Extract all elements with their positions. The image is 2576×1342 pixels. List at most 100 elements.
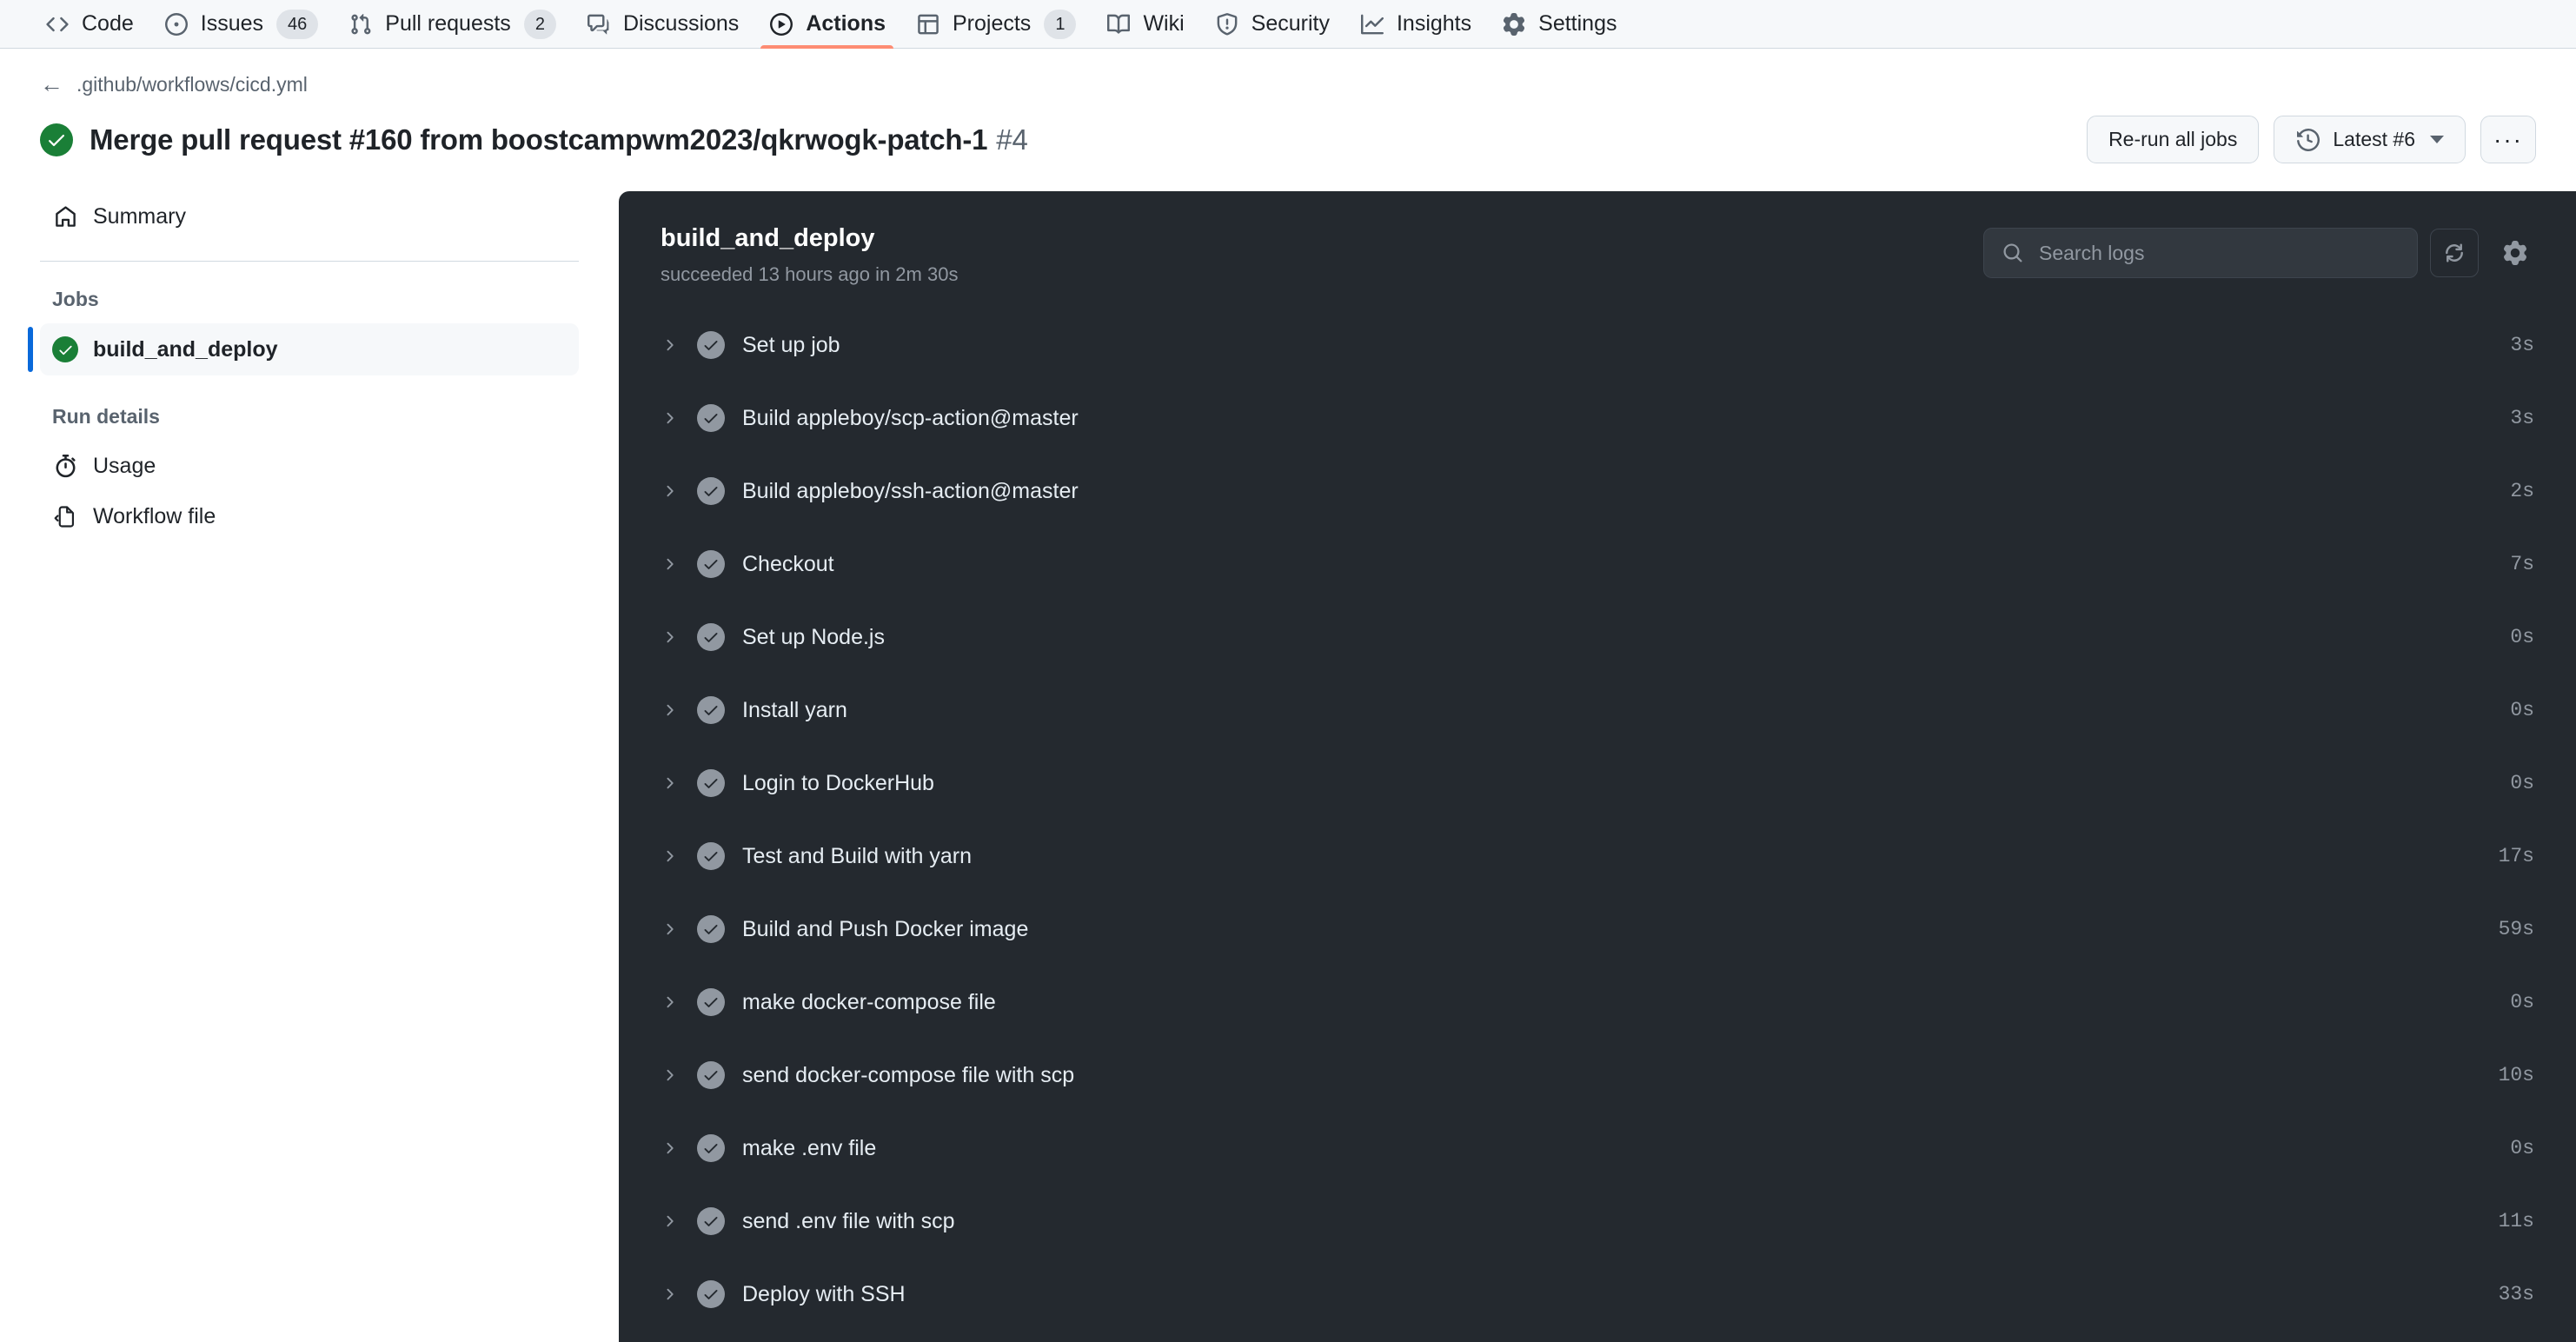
step-name: Test and Build with yarn	[742, 843, 973, 868]
step-duration: 0s	[2510, 626, 2534, 648]
chevron-right-icon[interactable]	[661, 1212, 697, 1230]
log-step-row[interactable]: Set up Node.js 0s	[619, 601, 2576, 674]
log-step-row[interactable]: Deploy with SSH 33s	[619, 1258, 2576, 1331]
breadcrumb-label: .github/workflows/cicd.yml	[76, 73, 308, 96]
step-duration: 0s	[2510, 772, 2534, 794]
step-status-success-icon	[697, 550, 725, 578]
nav-tab-actions[interactable]: Actions	[754, 0, 900, 49]
nav-tab-wiki[interactable]: Wiki	[1091, 0, 1198, 49]
chevron-right-icon[interactable]	[661, 1286, 697, 1303]
step-name: Checkout	[742, 551, 834, 576]
step-name: Login to DockerHub	[742, 770, 934, 795]
chevron-right-icon[interactable]	[661, 555, 697, 573]
nav-tab-pull-requests[interactable]: Pull requests 2	[333, 0, 571, 49]
step-status-success-icon	[697, 404, 725, 432]
step-status-success-icon	[697, 623, 725, 651]
step-name: Set up job	[742, 332, 840, 357]
step-name: make .env file	[742, 1135, 877, 1160]
nav-tab-label: Issues	[200, 11, 264, 36]
log-step-row[interactable]: Build appleboy/scp-action@master 3s	[619, 382, 2576, 455]
chevron-right-icon[interactable]	[661, 1139, 697, 1157]
pull-requests-count-badge: 2	[523, 9, 556, 39]
step-name: make docker-compose file	[742, 989, 996, 1014]
sidebar-item-usage[interactable]: Usage	[40, 441, 579, 491]
more-options-button[interactable]: ···	[2480, 116, 2536, 163]
log-step-row[interactable]: send docker-compose file with scp 10s	[619, 1039, 2576, 1112]
nav-tab-insights[interactable]: Insights	[1344, 0, 1486, 49]
nav-tab-code[interactable]: Code	[30, 0, 149, 49]
nav-tab-label: Code	[82, 11, 134, 36]
nav-tab-projects[interactable]: Projects 1	[900, 0, 1091, 49]
sidebar-item-summary[interactable]: Summary	[40, 191, 579, 242]
latest-run-dropdown[interactable]: Latest #6	[2274, 116, 2466, 163]
breadcrumb-back-link[interactable]: ← .github/workflows/cicd.yml	[40, 73, 308, 96]
step-status-success-icon	[697, 1061, 725, 1089]
chevron-right-icon[interactable]	[661, 774, 697, 792]
gear-icon	[2502, 240, 2528, 266]
history-icon	[2295, 127, 2321, 153]
log-step-row[interactable]: Install yarn 0s	[619, 674, 2576, 747]
step-status-success-icon	[697, 331, 725, 359]
issue-opened-icon	[163, 11, 189, 37]
body-wrap: Summary Jobs build_and_deploy Run detail…	[0, 191, 2576, 1342]
step-status-success-icon	[697, 1134, 725, 1162]
sidebar-item-workflow-file[interactable]: Workflow file	[40, 491, 579, 541]
nav-tab-label: Settings	[1538, 11, 1617, 36]
job-status-success-icon	[52, 336, 78, 362]
sidebar-jobs-heading: Jobs	[52, 288, 99, 310]
chevron-right-icon[interactable]	[661, 847, 697, 865]
log-step-row[interactable]: Test and Build with yarn 17s	[619, 820, 2576, 893]
log-step-row[interactable]: Build and Push Docker image 59s	[619, 893, 2576, 966]
gear-icon	[1501, 11, 1527, 37]
log-step-row[interactable]: Login to DockerHub 0s	[619, 747, 2576, 820]
chevron-down-icon	[2430, 136, 2444, 143]
nav-tab-label: Discussions	[622, 11, 740, 36]
nav-tab-discussions[interactable]: Discussions	[571, 0, 754, 49]
refresh-logs-button[interactable]	[2430, 229, 2479, 277]
step-status-success-icon	[697, 696, 725, 724]
issues-count-badge: 46	[276, 9, 319, 39]
log-panel: build_and_deploy succeeded 13 hours ago …	[619, 191, 2576, 1342]
chevron-right-icon[interactable]	[661, 701, 697, 719]
chevron-right-icon[interactable]	[661, 336, 697, 354]
log-step-row[interactable]: make .env file 0s	[619, 1112, 2576, 1185]
search-logs-input[interactable]: Search logs	[1983, 228, 2418, 278]
chevron-right-icon[interactable]	[661, 920, 697, 938]
chevron-right-icon[interactable]	[661, 409, 697, 427]
log-panel-heading-group: build_and_deploy succeeded 13 hours ago …	[661, 224, 958, 286]
step-duration: 11s	[2498, 1210, 2534, 1232]
nav-tab-settings[interactable]: Settings	[1486, 0, 1631, 49]
nav-tab-issues[interactable]: Issues 46	[149, 0, 334, 49]
sidebar-job-build-and-deploy[interactable]: build_and_deploy	[28, 323, 579, 375]
log-step-row[interactable]: make docker-compose file 0s	[619, 966, 2576, 1039]
run-attempt-number: #4	[996, 123, 1028, 156]
chevron-right-icon[interactable]	[661, 993, 697, 1011]
re-run-all-jobs-button[interactable]: Re-run all jobs	[2087, 116, 2260, 163]
stopwatch-icon	[52, 453, 78, 479]
step-duration: 17s	[2498, 845, 2534, 867]
step-name: Set up Node.js	[742, 624, 885, 649]
log-step-row[interactable]: Checkout 7s	[619, 528, 2576, 601]
step-duration: 33s	[2498, 1283, 2534, 1305]
step-status-success-icon	[697, 769, 725, 797]
log-settings-button[interactable]	[2491, 229, 2539, 277]
shield-icon	[1214, 11, 1240, 37]
step-duration: 2s	[2510, 480, 2534, 502]
step-duration: 0s	[2510, 1137, 2534, 1159]
repo-nav: Code Issues 46 Pull requests 2 Discussio…	[0, 0, 2576, 49]
log-panel-header: build_and_deploy succeeded 13 hours ago …	[619, 191, 2576, 309]
log-toolbar: Search logs	[1983, 228, 2539, 278]
log-step-row[interactable]: Build appleboy/ssh-action@master 2s	[619, 455, 2576, 528]
step-status-success-icon	[697, 1207, 725, 1235]
chevron-right-icon[interactable]	[661, 628, 697, 646]
chevron-right-icon[interactable]	[661, 482, 697, 500]
nav-tab-security[interactable]: Security	[1199, 0, 1344, 49]
log-step-row[interactable]: send .env file with scp 11s	[619, 1185, 2576, 1258]
step-status-success-icon	[697, 842, 725, 870]
step-status-success-icon	[697, 988, 725, 1016]
log-step-row[interactable]: Set up job 3s	[619, 309, 2576, 382]
chevron-right-icon[interactable]	[661, 1066, 697, 1084]
step-name: Build appleboy/scp-action@master	[742, 405, 1079, 430]
nav-tab-label: Pull requests	[385, 11, 511, 36]
step-duration: 59s	[2498, 918, 2534, 940]
